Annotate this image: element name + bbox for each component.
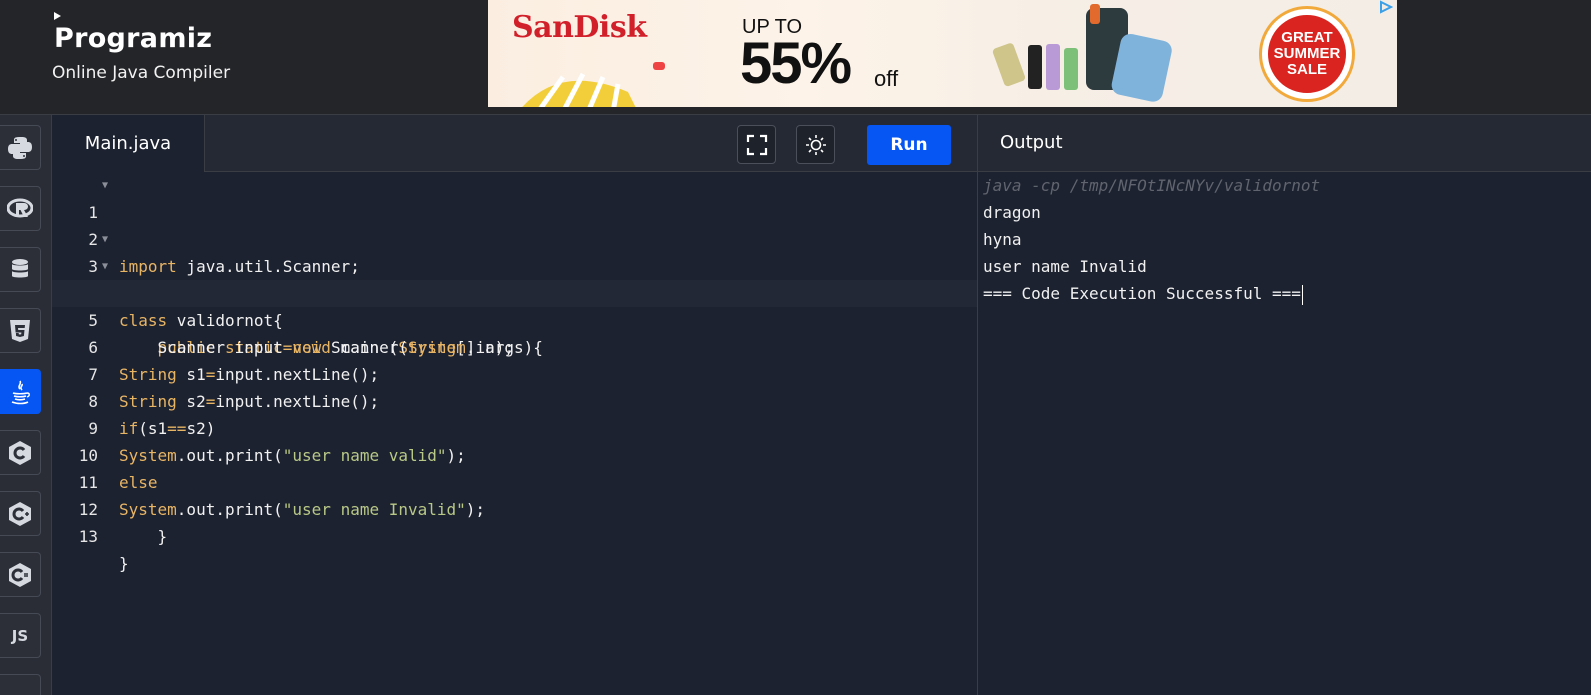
output-header: Output [977,115,1591,172]
code-line: 9 System.out.print("user name valid"); [52,388,977,465]
editor-toolbar: Main.java Run [52,115,977,172]
code-line: 6 String s1=input.nextLine(); [52,307,977,384]
run-button[interactable]: Run [867,125,951,165]
code-text: } [119,527,168,546]
output-title: Output [1000,132,1063,153]
code-line: 10 else [52,415,977,492]
r-icon [7,198,33,217]
compiler-app: Programiz Online Java Compiler SanDisk U… [0,0,1591,695]
code-line-active: 5 Scanner input=new Scanner(System.in); [52,280,977,357]
python-icon [8,136,32,159]
fullscreen-button[interactable] [737,125,776,164]
logo-text: Programiz [54,23,213,54]
code-line: 7 String s2=input.nextLine(); [52,334,977,411]
output-console[interactable]: java -cp /tmp/NFOtINcNYv/validornot drag… [977,172,1591,695]
javascript-label: JS [11,626,29,645]
c-icon [9,440,31,465]
umbrella-graphic-icon [522,62,665,107]
database-icon [12,258,28,277]
text-cursor [1301,284,1303,305]
sidebar-item-javascript[interactable]: JS [0,613,41,658]
sidebar-item-java[interactable] [0,369,41,414]
sale-line-1: GREAT [1281,29,1333,46]
execution-status: === Code Execution Successful === [983,284,1301,303]
code-line: 1 ▼ import java.util.Scanner; [52,172,977,276]
sale-badge: GREAT SUMMER SALE [1262,9,1352,99]
programiz-logo[interactable]: Programiz [54,12,213,54]
ad-brand: SanDisk [512,10,647,45]
sun-icon [805,134,826,155]
tab-main-java[interactable]: Main.java [52,115,205,172]
sidebar-item-more[interactable] [0,674,41,695]
ad-percent: 55% [740,31,852,96]
fold-arrow-icon[interactable]: ▼ [102,226,108,253]
theme-toggle-button[interactable] [796,125,835,164]
cpp-icon [9,501,31,526]
output-line-status: === Code Execution Successful === [983,280,1303,307]
code-line: 4 ▼ public static void main (String[] ar… [52,253,977,357]
page-subtitle: Online Java Compiler [52,63,231,83]
fold-arrow-icon[interactable]: ▼ [102,172,108,199]
code-line: 8 if(s1==s2) [52,361,977,438]
html5-icon [10,319,30,342]
sale-line-2: SUMMER [1273,45,1341,62]
advertisement-banner[interactable]: SanDisk UP TO 55% off GREAT SUMMER SALE [488,0,1397,107]
fold-arrow-icon[interactable]: ▼ [102,253,108,280]
output-line: user name Invalid [983,257,1147,276]
sidebar-item-csharp[interactable] [0,552,41,597]
output-command: java -cp /tmp/NFOtINcNYv/validornot [983,176,1321,195]
site-header: Programiz Online Java Compiler SanDisk U… [0,0,1591,115]
code-line: 11 System.out.print("user name Invalid")… [52,442,977,519]
ad-off: off [874,66,899,91]
java-icon [11,380,30,404]
sidebar-item-sql[interactable] [0,247,41,292]
logo-mark-icon [54,12,61,20]
adchoices-icon[interactable] [1378,0,1394,14]
code-line: 13 } [52,496,977,573]
code-line: 12 } [52,469,977,546]
code-line: 2 [52,199,977,249]
language-sidebar: JS [0,115,52,695]
csharp-icon [9,562,31,587]
sidebar-item-cpp[interactable] [0,491,41,536]
sidebar-item-r[interactable] [0,186,41,231]
sidebar-item-html[interactable] [0,308,41,353]
sidebar-item-c[interactable] [0,430,41,475]
line-number: 13 [78,527,98,546]
fullscreen-icon [746,134,767,155]
sidebar-item-python[interactable] [0,125,41,170]
output-line: hyna [983,230,1022,249]
code-line: 3 ▼ class validornot{ [52,226,977,330]
output-line: dragon [983,203,1041,222]
code-text: } [119,554,129,573]
product-images-icon [992,4,1172,102]
code-editor[interactable]: 1 ▼ import java.util.Scanner; 2 3 ▼ clas… [52,172,977,695]
sale-line-3: SALE [1286,61,1327,78]
